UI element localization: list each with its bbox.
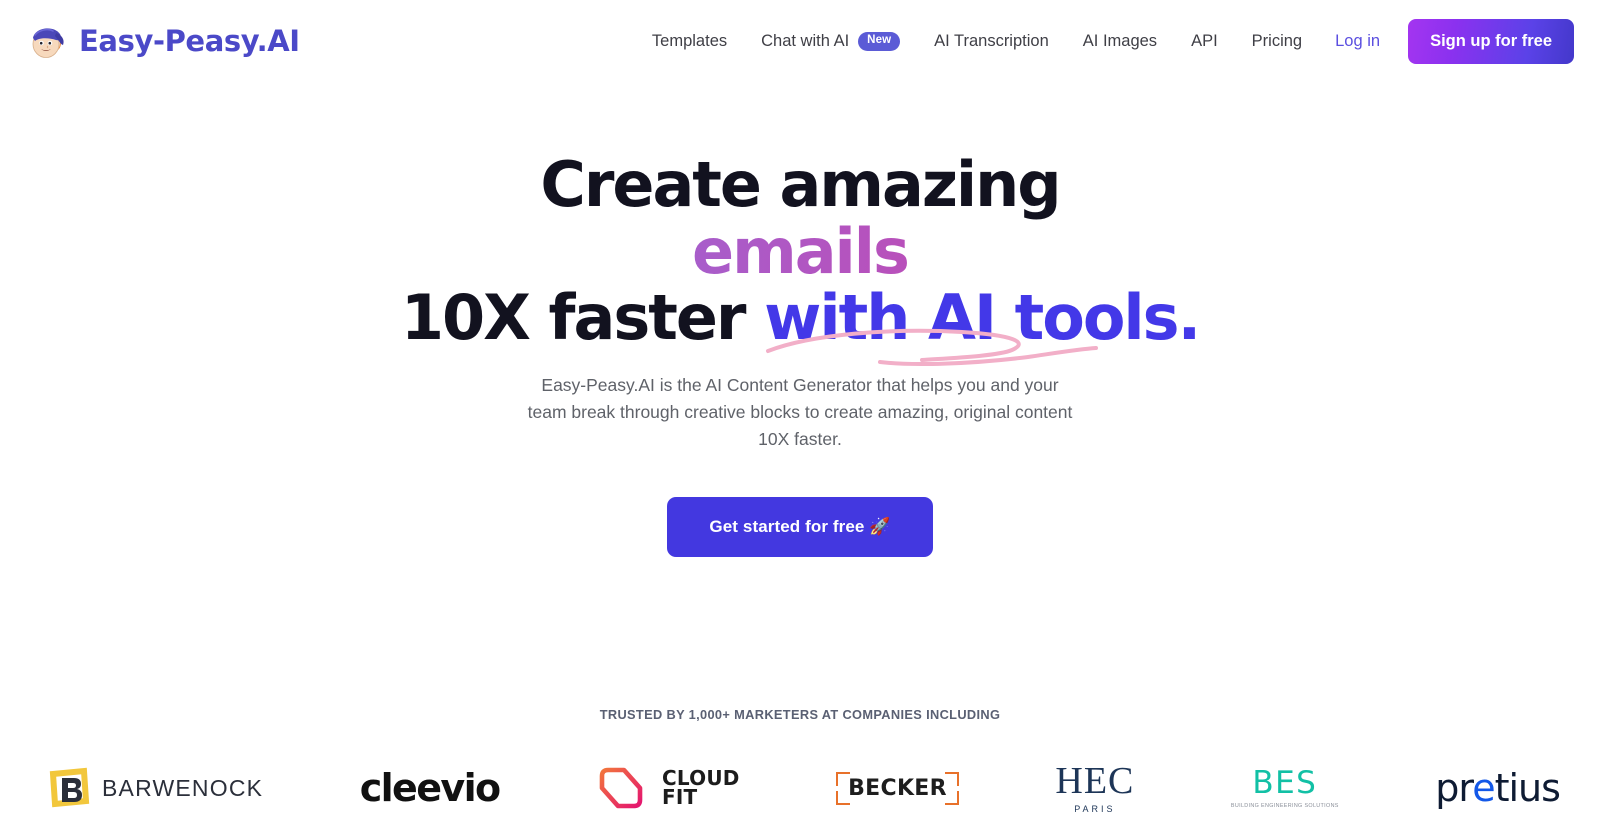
nav-label: AI Images (1082, 31, 1158, 50)
pretius-accent-letter: e (1472, 766, 1495, 811)
headline-line-1: Create amazing (540, 148, 1061, 221)
hero-subtext: Easy-Peasy.AI is the AI Content Generato… (527, 374, 1073, 450)
headline-line-3-accent: with AI tools. (764, 281, 1201, 355)
cloudfit-wordmark: CLOUD FIT (662, 768, 740, 810)
hero-section: Create amazing emails 10X faster with AI… (0, 82, 1600, 558)
login-label: Log in (1335, 31, 1381, 50)
nav-link-chat-with-ai[interactable]: Chat with AI New (744, 22, 917, 61)
get-started-button[interactable]: Get started for free 🚀 (667, 497, 933, 558)
page-title: Create amazing emails 10X faster with AI… (0, 148, 1600, 350)
pretius-wordmark: pretius (1435, 766, 1561, 811)
becker-bracket-bottom-left-icon (836, 790, 851, 805)
trusted-by-heading: TRUSTED BY 1,000+ MARKETERS AT COMPANIES… (599, 707, 1001, 723)
client-logos-row: BARWENOCK cleevio CLOUD FIT BECKER HEC PA… (0, 748, 1600, 828)
nav-links-group: Templates Chat with AI New AI Transcript… (635, 18, 1574, 64)
cleevio-wordmark: cleevio (359, 766, 501, 811)
nav-link-ai-images[interactable]: AI Images (1066, 22, 1174, 61)
bes-wordmark: BES (1252, 764, 1318, 801)
bes-subtitle: BUILDING ENGINEERING SOLUTIONS (1230, 802, 1339, 809)
new-badge: New (858, 31, 901, 51)
brand-name: Easy-Peasy.AI (79, 24, 300, 58)
nav-label: AI Transcription (934, 31, 1049, 50)
avatar-face-icon (26, 19, 70, 63)
logo-hec-paris: HEC PARIS (1055, 762, 1134, 814)
nav-label: Pricing (1251, 31, 1303, 50)
barwenock-wordmark: BARWENOCK (102, 774, 264, 801)
headline-line-3: 10X faster with AI tools. (0, 286, 1600, 350)
cloudfit-mark-icon (599, 767, 643, 809)
nav-label: API (1191, 31, 1218, 50)
barwenock-mark-icon (49, 767, 90, 808)
becker-bracket-top-left-icon (836, 771, 851, 786)
nav-link-pricing[interactable]: Pricing (1235, 22, 1319, 61)
becker-bracket-bottom-right-icon (944, 790, 959, 805)
headline-line-3-plain: 10X faster (400, 281, 765, 355)
logo-cleevio: cleevio (359, 766, 501, 811)
nav-link-ai-transcription[interactable]: AI Transcription (917, 22, 1066, 61)
login-link[interactable]: Log in (1319, 22, 1398, 61)
logo-becker: BECKER (836, 771, 959, 805)
cloudfit-word-line2: FIT (662, 785, 698, 810)
nav-link-templates[interactable]: Templates (635, 22, 744, 61)
nav-label: Templates (651, 31, 728, 50)
nav-link-api[interactable]: API (1174, 22, 1235, 61)
logo-pretius: pretius (1435, 766, 1561, 811)
signup-button[interactable]: Sign up for free (1408, 18, 1574, 64)
becker-wordmark: BECKER (848, 775, 947, 801)
hec-subtitle: PARIS (1074, 804, 1116, 815)
logo-bes: BES BUILDING ENGINEERING SOLUTIONS (1230, 764, 1339, 809)
top-navigation-bar: Easy-Peasy.AI Templates Chat with AI New… (0, 0, 1600, 82)
logo-barwenock: BARWENOCK (48, 767, 263, 809)
brand-logo-link[interactable]: Easy-Peasy.AI (26, 19, 300, 63)
nav-label: Chat with AI (761, 31, 850, 50)
becker-bracket-top-right-icon (944, 771, 959, 786)
logo-cloudfit: CLOUD FIT (596, 764, 740, 812)
cta-container: Get started for free 🚀 (0, 497, 1600, 558)
hec-wordmark: HEC (1055, 760, 1135, 803)
headline-line-2-gradient: emails (0, 220, 1600, 284)
